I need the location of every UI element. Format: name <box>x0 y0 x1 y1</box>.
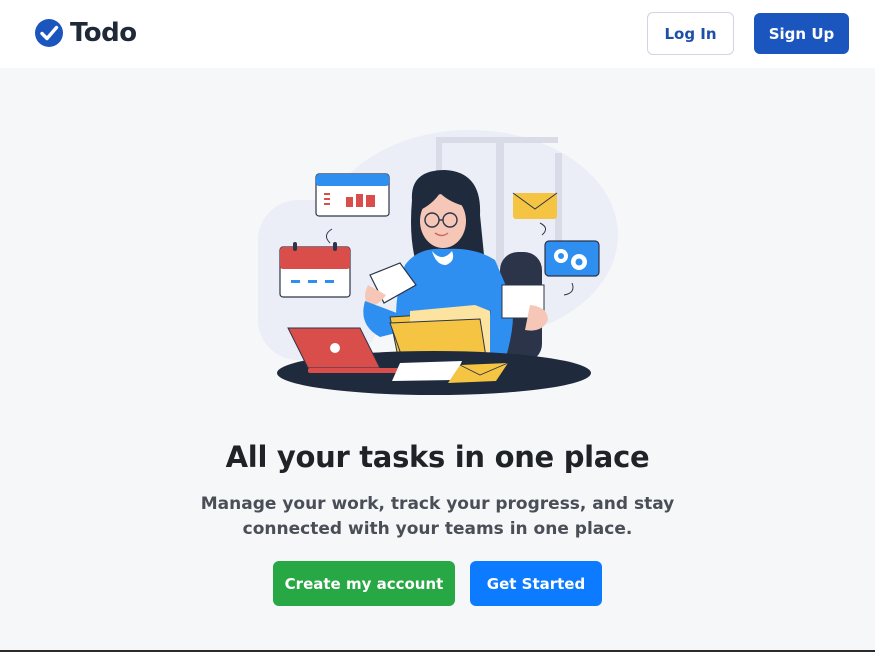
hero-illustration <box>258 130 618 395</box>
page-subtext: Manage your work, track your progress, a… <box>200 494 675 539</box>
login-button[interactable]: Log In <box>647 12 734 55</box>
brand-logo[interactable]: Todo <box>34 16 137 50</box>
page-headline: All your tasks in one place <box>225 440 650 474</box>
brand-name: Todo <box>70 18 137 48</box>
signup-button[interactable]: Sign Up <box>754 13 849 54</box>
top-navbar: Todo Log In Sign Up <box>0 0 875 68</box>
create-account-button[interactable]: Create my account <box>273 561 455 606</box>
get-started-button[interactable]: Get Started <box>470 561 602 606</box>
check-circle-icon <box>35 19 63 47</box>
